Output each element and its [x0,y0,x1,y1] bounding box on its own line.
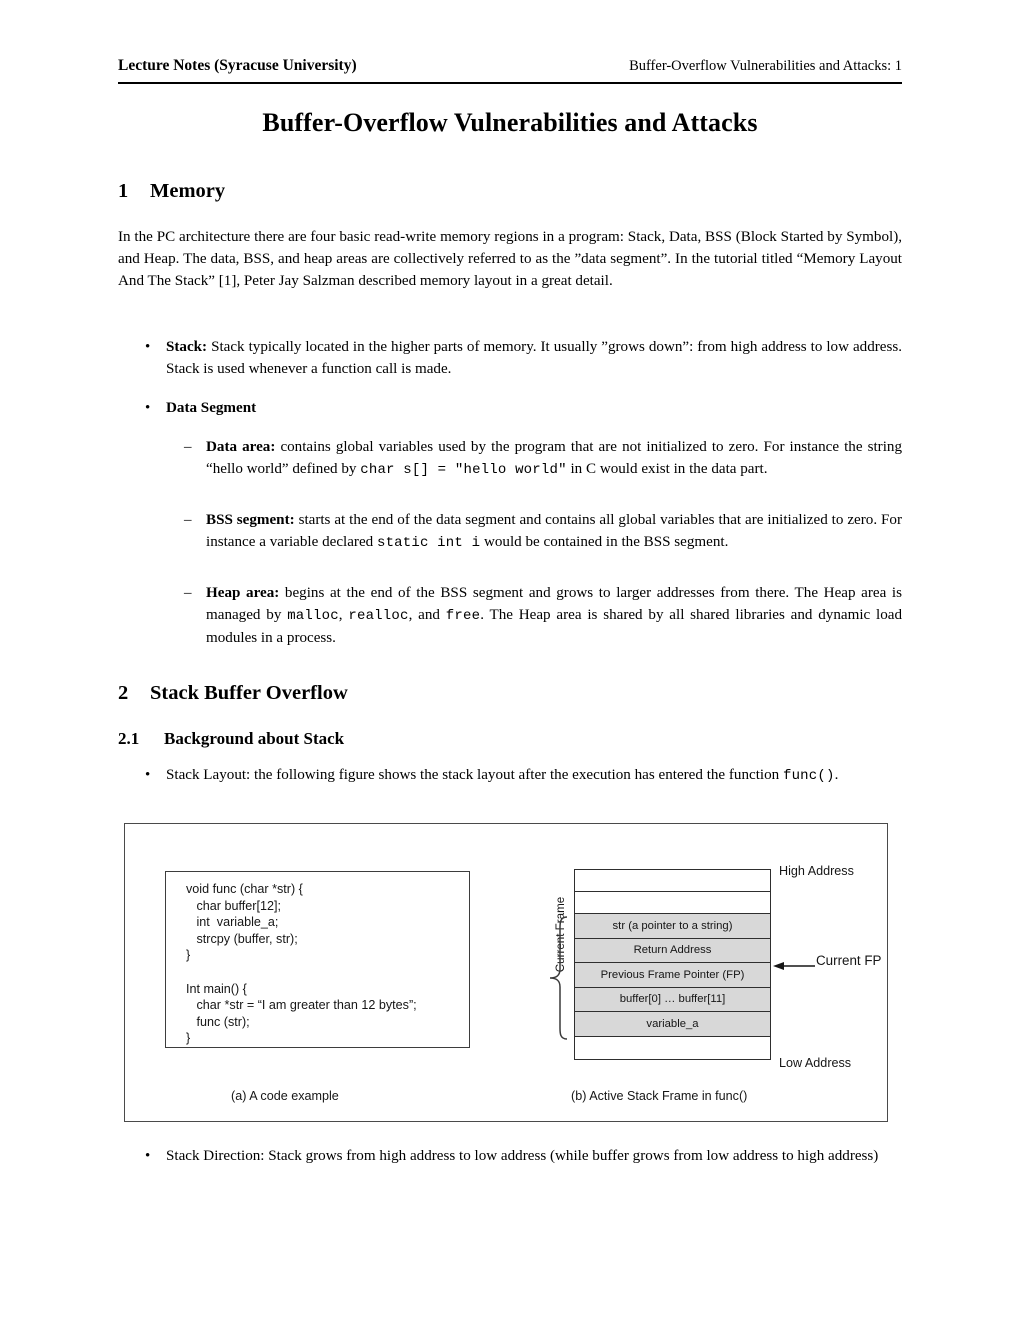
current-fp-arrow-icon [773,962,815,970]
bullet-data-area-lead: Data area: [206,439,276,455]
stack-row [575,1036,770,1059]
bullet-stack-direction: • Stack Direction: Stack grows from high… [145,1145,902,1167]
bullet-marker: • [145,767,151,783]
dash-marker: – [184,512,192,528]
dash-marker: – [184,585,192,601]
inline-code-func: func() [782,768,835,784]
bullet-heap-area: – Heap area: begins at the end of the BS… [184,582,902,650]
bullet-data-segment-lead: Data Segment [166,400,257,416]
stack-row-return-address: Return Address [575,938,770,963]
inline-code-realloc: realloc [348,608,409,625]
stack-row [575,870,770,892]
inline-code-char-s: char s[] = "hello world" [360,462,567,479]
current-frame-brace-icon [549,916,568,1040]
bullet-bss-segment: – BSS segment: starts at the end of the … [184,509,902,554]
bullet-marker: • [145,1148,151,1164]
code-example-box: void func (char *str) { char buffer[12];… [165,871,470,1048]
stack-row-str: str (a pointer to a string) [575,914,770,939]
bullet-stack-layout-text-after: . [834,767,839,783]
figure-caption-a: (a) A code example [231,1089,339,1103]
bullet-stack-text: Stack typically located in the higher pa… [166,339,902,378]
running-header-right: Buffer-Overflow Vulnerabilities and Atta… [629,58,902,74]
heading-section-2-1-label: Background about Stack [164,729,345,748]
inline-code-free: free [445,608,481,625]
bullet-stack: • Stack: Stack typically located in the … [145,336,902,380]
heading-section-2-label: Stack Buffer Overflow [150,682,348,704]
stack-row-label: Return Address [633,944,712,957]
dash-marker: – [184,439,192,455]
stack-row-label: buffer[0] … buffer[11] [619,993,726,1006]
bullet-bss-text-after: would be contained in the BSS segment. [480,534,729,551]
running-header-left: Lecture Notes (Syracuse University) [118,57,357,74]
bullet-heap-area-lead: Heap area: [206,585,280,601]
low-address-label: Low Address [779,1056,852,1070]
bullet-data-segment: • Data Segment [145,397,902,419]
heading-section-1-label: Memory [150,180,226,202]
stack-row-buffer: buffer[0] … buffer[11] [575,987,770,1012]
bullet-stack-lead: Stack: [166,339,208,355]
stack-layout-figure: void func (char *str) { char buffer[12];… [124,823,888,1122]
running-header: Lecture Notes (Syracuse University) Buff… [118,57,902,75]
stack-row-previous-frame-pointer: Previous Frame Pointer (FP) [575,963,770,988]
heap-sep-2: , and [408,607,446,624]
heap-sep-1: , [338,607,349,624]
stack-row-label: variable_a [646,1017,699,1030]
heading-section-2-1-number: 2.1 [118,729,140,748]
inline-code-static-int-i: static int i [376,535,481,552]
heading-section-1-number: 1 [118,180,129,202]
document-page: Lecture Notes (Syracuse University) Buff… [118,0,902,1320]
bullet-bss-segment-lead: BSS segment: [206,512,295,528]
inline-code-malloc: malloc [287,608,339,625]
bullet-marker: • [145,339,151,355]
current-fp-label: Current FP [816,953,882,968]
stack-row-label: str (a pointer to a string) [612,919,733,932]
heading-section-2-number: 2 [118,682,129,704]
bullet-stack-direction-text: Stack Direction: Stack grows from high a… [166,1148,879,1164]
bullet-stack-layout-text-before: Stack Layout: the following figure shows… [166,767,783,783]
bullet-data-area-text-after: in C would exist in the data part. [566,461,768,478]
stack-frame-diagram: str (a pointer to a string) Return Addre… [574,869,771,1060]
stack-row-label: Previous Frame Pointer (FP) [600,968,745,981]
bullet-marker: • [145,400,151,416]
high-address-label: High Address [779,864,854,878]
code-listing: void func (char *str) { char buffer[12];… [186,882,417,1046]
bullet-stack-layout: • Stack Layout: the following figure sho… [145,764,902,787]
intro-paragraph: In the PC architecture there are four ba… [118,229,902,290]
heading-section-2-1: 2.1 Background about Stack [118,729,344,749]
heading-section-1: 1 Memory [118,180,225,203]
header-rule [118,82,902,84]
page-title: Buffer-Overflow Vulnerabilities and Atta… [262,108,758,137]
heading-section-2: 2 Stack Buffer Overflow [118,682,348,705]
stack-row-variable-a: variable_a [575,1012,770,1037]
figure-caption-b: (b) Active Stack Frame in func() [571,1089,748,1103]
stack-row [575,892,770,914]
bullet-data-area: – Data area: contains global variables u… [184,436,902,481]
